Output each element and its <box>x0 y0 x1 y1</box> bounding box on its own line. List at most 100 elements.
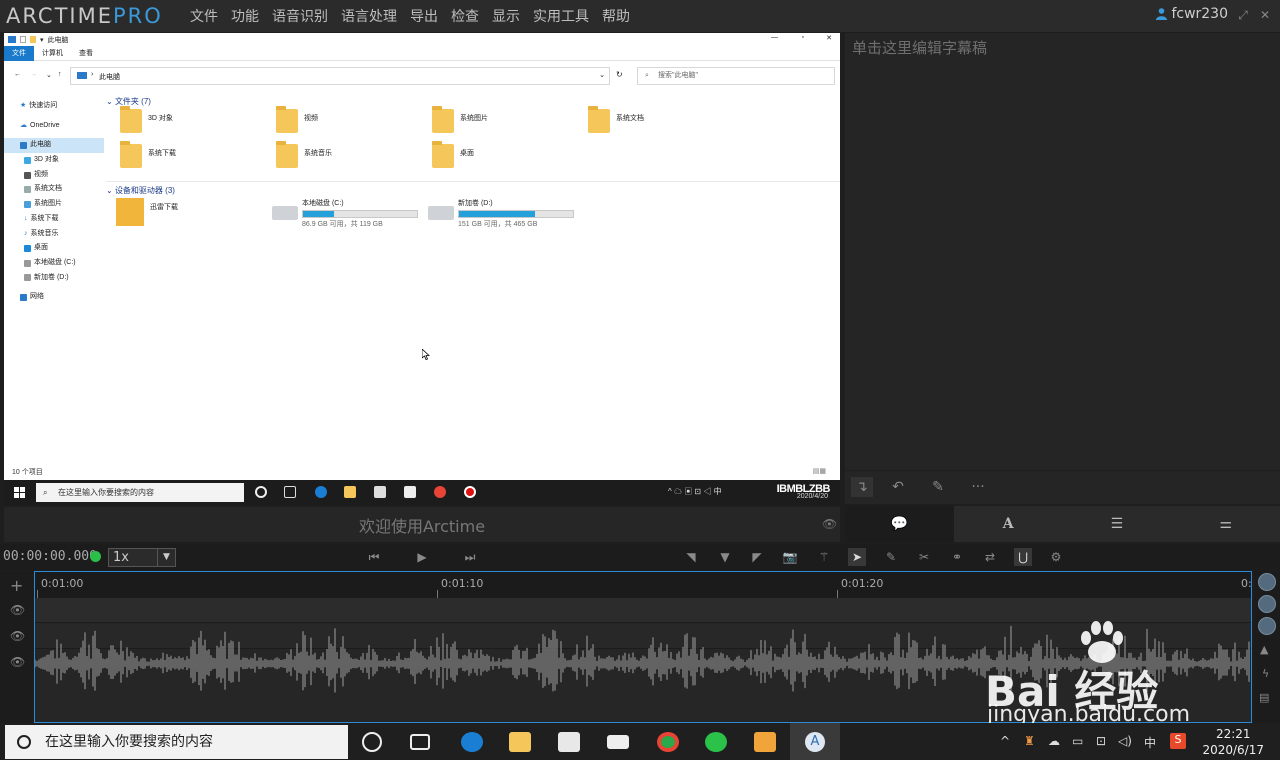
record-icon[interactable] <box>464 486 476 498</box>
cortana-icon[interactable] <box>362 732 382 752</box>
cortana-icon[interactable] <box>255 486 267 498</box>
battery-icon[interactable]: ▭ <box>1072 734 1088 748</box>
task-view-icon[interactable] <box>410 734 430 750</box>
sogou-icon[interactable]: S <box>1170 733 1186 749</box>
folder-item[interactable]: 系统音乐 <box>276 141 332 168</box>
insert-icon[interactable]: ↴ <box>851 477 873 497</box>
ribbon-tab-computer[interactable]: 计算机 <box>34 46 71 61</box>
edge-icon[interactable] <box>315 486 327 498</box>
explorer-close-icon[interactable]: ✕ <box>826 34 832 42</box>
nav-onedrive[interactable]: ☁ OneDrive <box>4 119 104 134</box>
gear-icon[interactable]: ⚙ <box>1047 548 1065 566</box>
pencil-icon[interactable]: ✎ <box>927 477 949 497</box>
ribbon-tab-view[interactable]: 查看 <box>71 46 101 61</box>
speed-select[interactable]: 1x ▼ <box>108 548 176 567</box>
nav-drive-c[interactable]: 本地磁盘 (C:) <box>4 256 104 271</box>
menu-help[interactable]: 帮助 <box>602 6 630 26</box>
address-dropdown-icon[interactable]: ⌄ <box>599 71 605 79</box>
menu-language[interactable]: 语言处理 <box>341 6 397 26</box>
refresh-icon[interactable]: ↻ <box>616 70 623 79</box>
folder-item[interactable]: 系统图片 <box>432 106 488 133</box>
camera-icon[interactable]: 📷 <box>781 548 799 566</box>
nav-pictures[interactable]: 系统图片 <box>4 197 104 212</box>
timeline[interactable]: 0:01:00 0:01:10 0:01:20 0: <box>34 571 1252 723</box>
network-icon[interactable]: ⊡ <box>1096 734 1112 748</box>
user-account[interactable]: fcwr230 <box>1156 6 1228 22</box>
arctime-taskbar-button[interactable]: A <box>790 723 840 760</box>
mark-in-icon[interactable]: ◥ <box>682 548 700 566</box>
address-input[interactable]: › 此电脑 › ⌄ <box>70 67 610 85</box>
nav-videos[interactable]: 视频 <box>4 168 104 183</box>
details-view-icon[interactable]: ▤▦ <box>813 467 826 475</box>
address-chevron-icon[interactable]: › <box>117 71 119 78</box>
nav-network[interactable]: 网络 <box>4 290 104 305</box>
volume-icon[interactable]: ◁) <box>1118 734 1134 748</box>
subtitle-track-1[interactable] <box>35 598 1251 623</box>
zoom-knob[interactable] <box>1258 595 1276 613</box>
menu-export[interactable]: 导出 <box>410 6 438 26</box>
close-icon[interactable]: ✕ <box>1258 8 1272 22</box>
mark-out-icon[interactable]: ◤ <box>748 548 766 566</box>
zoom-knob[interactable] <box>1258 573 1276 591</box>
nav-desktop[interactable]: 桌面 <box>4 241 104 256</box>
file-explorer-icon[interactable] <box>344 486 356 498</box>
tab-styles[interactable]: A <box>954 506 1063 542</box>
nav-drive-d[interactable]: 新加卷 (D:) <box>4 271 104 286</box>
waveform-icon[interactable]: ▲ <box>1260 643 1268 656</box>
folder-item[interactable]: 3D 对象 <box>120 106 173 133</box>
link-icon[interactable]: ⚭ <box>948 548 966 566</box>
eye-icon[interactable]: 👁 <box>822 517 837 531</box>
menu-speech-recognition[interactable]: 语音识别 <box>272 6 328 26</box>
nav-this-pc[interactable]: 此电脑 <box>4 138 104 154</box>
mark-down-icon[interactable]: ▼ <box>716 548 734 566</box>
eye-icon[interactable]: 👁 <box>10 603 26 617</box>
forward-arrow-icon[interactable]: → <box>30 71 37 78</box>
mail-icon[interactable] <box>607 735 629 749</box>
new-folder-icon[interactable] <box>30 36 36 43</box>
swap-icon[interactable]: ⇄ <box>981 548 999 566</box>
file-explorer-icon[interactable] <box>509 732 531 752</box>
store-icon[interactable] <box>374 486 386 498</box>
eye-icon[interactable]: 👁 <box>10 629 26 643</box>
menu-features[interactable]: 功能 <box>231 6 259 26</box>
drive-c-item[interactable]: 本地磁盘 (C:) 86.9 GB 可用，共 119 GB <box>272 198 418 229</box>
subtitle-editor[interactable]: 单击这里编辑字幕稿 <box>845 33 1280 470</box>
menu-tools[interactable]: 实用工具 <box>533 6 589 26</box>
store-icon[interactable] <box>558 732 580 752</box>
nav-quick-access[interactable]: ★ 快速访问 <box>4 99 104 114</box>
magic-wand-icon[interactable]: ⚚ <box>815 548 833 566</box>
prev-icon[interactable]: ⏮ <box>365 548 383 566</box>
scissors-icon[interactable]: ✂ <box>915 548 933 566</box>
recent-dropdown-icon[interactable]: ⌄ <box>46 71 52 79</box>
tray-icons[interactable]: ^ ☁ ▣ ⊡ ◁ 中 <box>668 486 722 497</box>
ime-indicator[interactable]: 中 <box>1144 734 1160 750</box>
menu-display[interactable]: 显示 <box>492 6 520 26</box>
chrome-icon[interactable] <box>657 732 679 752</box>
tab-subtitles[interactable]: 💬 <box>845 506 954 542</box>
folder-item[interactable]: 系统文档 <box>588 106 644 133</box>
devices-group-header[interactable]: ⌄ 设备和驱动器 (3) <box>106 184 840 198</box>
menu-check[interactable]: 检查 <box>451 6 479 26</box>
app-icon[interactable] <box>754 732 776 752</box>
explorer-search-input[interactable]: ⌕ 搜索"此电脑" <box>637 67 835 85</box>
menu-file[interactable]: 文件 <box>190 6 218 26</box>
inner-search-input[interactable]: ⌕ 在这里输入你要搜索的内容 <box>36 483 244 502</box>
drive-d-item[interactable]: 新加卷 (D:) 151 GB 可用，共 465 GB <box>428 198 574 229</box>
nav-documents[interactable]: 系统文档 <box>4 182 104 197</box>
tab-settings[interactable]: ⚌ <box>1171 506 1280 542</box>
chrome-icon[interactable] <box>434 486 446 498</box>
tray-app-icon[interactable]: ♜ <box>1024 734 1040 748</box>
more-icon[interactable]: ··· <box>967 477 989 497</box>
nav-downloads[interactable]: ↓ 系统下载 <box>4 212 104 227</box>
add-track-icon[interactable]: + <box>10 576 26 595</box>
qat-dropdown-icon[interactable]: ▾ <box>40 36 44 44</box>
eye-icon[interactable]: 👁 <box>10 655 26 669</box>
edit-tool-icon[interactable]: ✎ <box>882 548 900 566</box>
next-icon[interactable]: ⏭ <box>461 548 479 566</box>
play-icon[interactable]: ▶ <box>413 548 431 566</box>
nav-music[interactable]: ♪ 系统音乐 <box>4 227 104 242</box>
ribbon-tab-file[interactable]: 文件 <box>4 45 34 61</box>
mail-icon[interactable] <box>404 486 416 498</box>
back-arrow-icon[interactable]: ← <box>14 71 21 78</box>
taskbar-search-input[interactable]: 在这里输入你要搜索的内容 <box>5 725 348 759</box>
